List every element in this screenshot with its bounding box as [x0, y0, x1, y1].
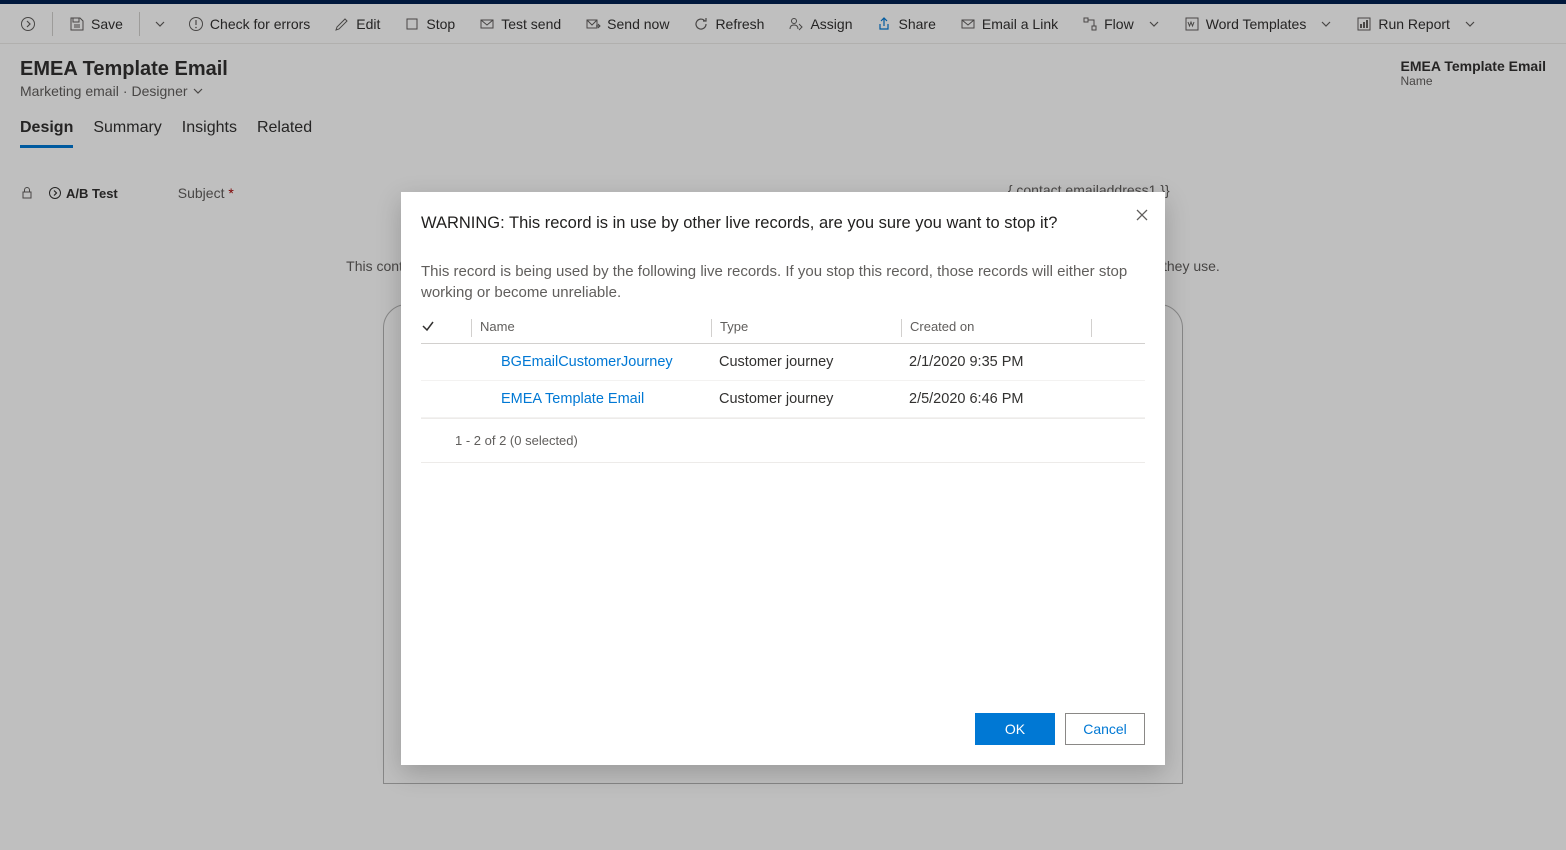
ok-button[interactable]: OK: [975, 713, 1055, 745]
dialog-description: This record is being used by the followi…: [421, 261, 1145, 303]
row-created: 2/5/2020 6:46 PM: [901, 391, 1091, 407]
column-checkbox[interactable]: [421, 319, 471, 337]
check-icon: [421, 319, 435, 333]
cancel-button[interactable]: Cancel: [1065, 713, 1145, 745]
row-indent: [421, 391, 491, 407]
row-created: 2/1/2020 9:35 PM: [901, 354, 1091, 370]
table-header: Name Type Created on: [421, 313, 1145, 344]
table-row[interactable]: BGEmailCustomerJourney Customer journey …: [421, 344, 1145, 381]
close-icon: [1135, 208, 1149, 222]
table-row[interactable]: EMEA Template Email Customer journey 2/5…: [421, 381, 1145, 418]
column-created-header[interactable]: Created on: [901, 319, 1091, 337]
close-button[interactable]: [1135, 208, 1149, 222]
pagination-info: 1 - 2 of 2 (0 selected): [421, 419, 1145, 463]
dialog-title: WARNING: This record is in use by other …: [421, 214, 1115, 233]
column-name-header[interactable]: Name: [471, 319, 711, 337]
dialog-table: Name Type Created on BGEmailCustomerJour…: [421, 313, 1145, 419]
warning-dialog: WARNING: This record is in use by other …: [401, 192, 1165, 765]
row-name-link[interactable]: EMEA Template Email: [491, 391, 711, 407]
column-type-header[interactable]: Type: [711, 319, 901, 337]
modal-overlay: WARNING: This record is in use by other …: [0, 0, 1566, 850]
row-indent: [421, 354, 491, 370]
dialog-footer: OK Cancel: [421, 697, 1145, 745]
divider: [1091, 319, 1092, 337]
row-type: Customer journey: [711, 354, 901, 370]
row-name-link[interactable]: BGEmailCustomerJourney: [491, 354, 711, 370]
row-type: Customer journey: [711, 391, 901, 407]
